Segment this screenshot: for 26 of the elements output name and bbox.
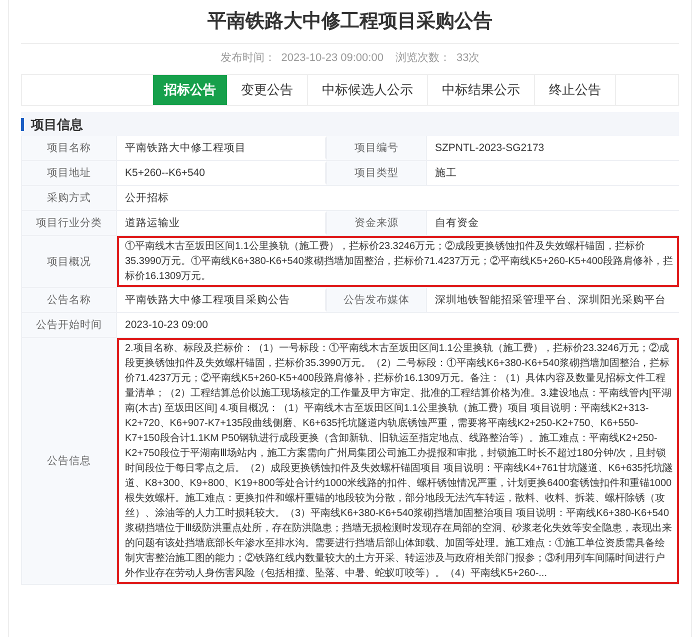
view-count: 33次 <box>456 50 480 66</box>
field-value: 施工 <box>434 166 458 181</box>
publish-label: 发布时间： <box>220 50 276 66</box>
field-value: 深圳地铁智能招采管理平台、深圳阳光采购平台 <box>434 293 667 308</box>
field-label: 公告名称 <box>22 288 117 312</box>
publish-time: 2023-10-23 09:00:00 <box>281 50 384 66</box>
field-label: 项目编号 <box>327 136 427 160</box>
field-label: 公告发布媒体 <box>327 288 427 312</box>
field-value: ①平南线木古至坂田区间1.1公里换轨（施工费），拦标价23.3246万元；②成段更换锈蚀扣件及失效螺杆锚固，拦标价35.3990万元。①平南线K6+380-K6+540浆砌挡墙加固整治，拦标价71.4237万元；②平南线K5+260-K5+400段路肩修补，拦标价16.1309万元。 <box>117 236 679 287</box>
field-value: 2.项目名称、标段及拦标价：（1）一号标段：①平南线木古至坂田区间1.1公里换轨（施工费），拦标价23.3246万元；②成段更换锈蚀扣件及失效螺杆锚固，拦标价35.3990万元。（2）二号标段：①平南线K6+380-K6+540浆砌挡墙加固整治，拦标价71.4237万元；②平南线K5+260-K5+400段路肩修补，拦标价16.1309万元。备注：（1）具体内容及数量见招标文件工程量清单；（2）工程结算总价以施工现场核定的工作量及甲方审定、批准的工程结算价格为准。3.建设地点：平南线管内[平湖南(木古) 至坂田区间] 4.项目概况：（1）平南线木古至坂田区间1.1公里换轨（施工费）项目 项目说明：平南线K2+313-K2+720、K6+907-K7+135段曲线侧磨、K6+635托坑隧道内轨底锈蚀严重，需要将平南线K2+250-K2+750、K6+550-K7+150段合计1.1KM P50钢轨进行成段更换（含卸新轨、旧轨运至指定地点、线路整治等）。施工难点：平南线K2+250-K2+750段位于平湖南Ⅲ场站内，施工方案需向广州局集团公司施工办提报和审批，封锁施工时长不超过180分钟/次，且封锁时间段位于每日零点之后。（2）成段更换锈蚀扣件及失效螺杆锚固项目 项目说明：平南线K4+761甘坑隧道、K6+635托坑隧道、K8+300、K9+800、K19+800等处合计约1000米线路的扣件、螺杆锈蚀情况严重，计划更换6400套锈蚀扣件和重锚1000根失效螺杆。施工难点：更换扣件和螺杆重锚的地段较为分散，部分地段无法汽车转运，散料、收料、拆装、螺杆除锈（攻丝）、涂油等的人力工时损耗较大。（3）平南线K6+380-K6+540浆砌挡墙加固整治项目 项目说明：平南线K6+380-K6+540浆砌挡墙位于Ⅲ级防洪重点处所，存在防洪隐患；挡墙无损检测时发现存在局部的空洞、砂浆老化失效等安全隐患，表现出来的问题有该处挡墙底部长年渗水至排水沟。需要进行挡墙后部山体卸载、加固等处理。施工难点：①施工单位资质需具备绘制灾害整治施工图的能力；②铁路红线内数量较大的土方开采、转运涉及与政府相关部门报参；③利用列车间隔时间进行户外作业存在劳动人身伤害风险（包括相撞、坠落、中暑、蛇蚁叮咬等）。（4）平南线K5+260-... <box>117 338 679 584</box>
field-label: 公告信息 <box>22 338 117 584</box>
field-label: 采购方式 <box>22 186 117 210</box>
field-value: 2023-10-23 09:00 <box>124 318 209 333</box>
field-label: 项目地址 <box>22 161 117 185</box>
field-label: 项目名称 <box>22 136 117 160</box>
views-label: 浏览次数： <box>395 50 450 66</box>
field-value: 公开招标 <box>124 191 170 206</box>
field-label: 公告开始时间 <box>22 313 117 337</box>
page-title: 平南铁路大中修工程项目采购公告 <box>21 0 679 44</box>
field-label: 项目行业分类 <box>22 211 117 235</box>
field-label: 项目类型 <box>327 161 427 185</box>
field-label: 资金来源 <box>327 211 427 235</box>
section-title: 项目信息 <box>21 118 83 130</box>
field-value: SZPNTL-2023-SG2173 <box>434 141 546 156</box>
field-label: 项目概况 <box>22 236 117 287</box>
field-value: 自有资金 <box>434 216 480 231</box>
